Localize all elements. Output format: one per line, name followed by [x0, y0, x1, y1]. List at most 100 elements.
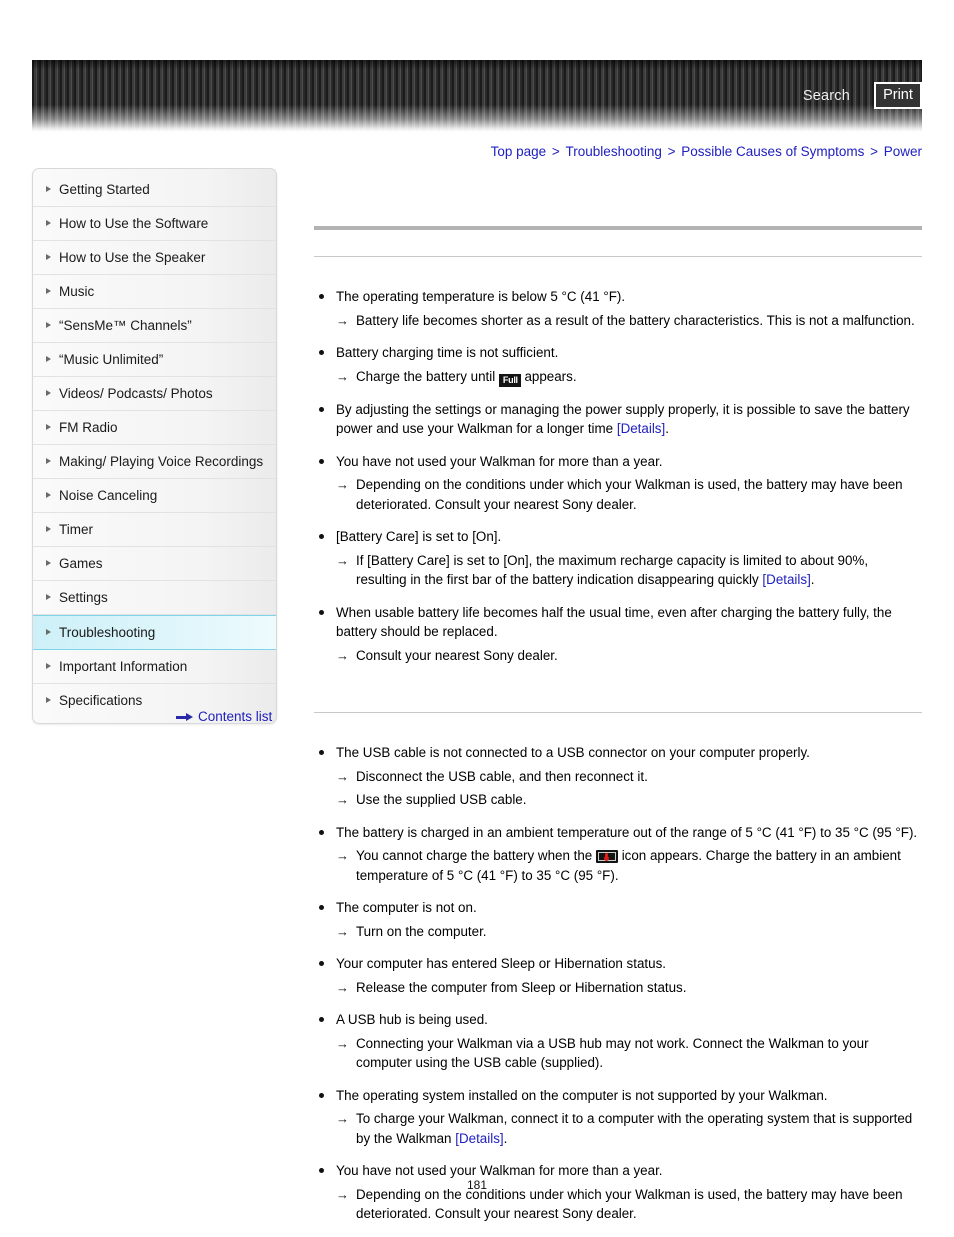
arrow-right-small-icon: →: [336, 768, 349, 784]
details-link[interactable]: [Details]: [762, 572, 810, 587]
symptom-cause-item: You have not used your Walkman for more …: [314, 452, 922, 515]
cause-text: The operating system installed on the co…: [336, 1087, 828, 1103]
breadcrumb: Top page > Troubleshooting > Possible Ca…: [491, 144, 922, 159]
sidebar-item-label: Troubleshooting: [59, 625, 156, 640]
sidebar-item-how-to-use-the-speaker[interactable]: How to Use the Speaker: [33, 241, 276, 275]
section-title-rule-top: [314, 226, 922, 230]
remedy-text: Use the supplied USB cable.: [356, 792, 527, 807]
symptom-cause-item: The operating system installed on the co…: [314, 1086, 922, 1149]
sidebar-item-noise-canceling[interactable]: Noise Canceling: [33, 479, 276, 513]
bullet-dot-icon: [319, 350, 324, 355]
triangle-right-icon: [46, 356, 51, 362]
sidebar-item-making-playing-voice-recordings[interactable]: Making/ Playing Voice Recordings: [33, 445, 276, 479]
sidebar-item-label: Making/ Playing Voice Recordings: [59, 454, 264, 469]
details-link[interactable]: [Details]: [455, 1131, 503, 1146]
sidebar-item-label: Music: [59, 284, 95, 299]
cause-text: Battery charging time is not sufficient.: [336, 345, 559, 360]
cause-text: The battery is charged in an ambient tem…: [336, 824, 918, 840]
arrow-right-small-icon: →: [336, 477, 349, 492]
breadcrumb-item-2[interactable]: Troubleshooting: [566, 144, 662, 159]
contents-list-link[interactable]: Contents list: [176, 709, 272, 724]
arrow-right-small-icon: →: [336, 923, 349, 939]
sidebar-item-music[interactable]: Music: [33, 275, 276, 309]
symptom-cause-item: [Battery Care] is set to [On]. → If [Batte…: [314, 527, 922, 590]
sidebar-item-how-to-use-the-software[interactable]: How to Use the Software: [33, 207, 276, 241]
arrow-right-small-icon: →: [336, 368, 349, 384]
print-button[interactable]: Print: [874, 82, 922, 109]
section-subtitle-rule: [314, 256, 922, 257]
sidebar-item-timer[interactable]: Timer: [33, 513, 276, 547]
search-label[interactable]: Search: [803, 88, 850, 104]
details-link[interactable]: [Details]: [617, 421, 665, 436]
sidebar-item-label: How to Use the Speaker: [59, 250, 206, 265]
remedy-text: Depending on the conditions under which …: [356, 477, 903, 512]
remedy-item: → Use the supplied USB cable.: [336, 790, 922, 810]
bullet-dot-icon: [319, 750, 324, 755]
remedy-text: Battery life becomes shorter as a result…: [356, 312, 915, 328]
arrow-right-small-icon: →: [336, 312, 349, 328]
breadcrumb-separator: >: [866, 144, 882, 159]
remedy-item: → Depending on the conditions under which…: [336, 475, 922, 514]
sidebar-item-label: FM Radio: [59, 420, 118, 435]
remedy-text: To charge your Walkman, connect it to a …: [356, 1111, 913, 1146]
sidebar-item-fm-radio[interactable]: FM Radio: [33, 411, 276, 445]
symptom-list-battery: The operating temperature is below 5 °C …: [314, 287, 922, 665]
triangle-right-icon: [46, 629, 51, 635]
arrow-right-small-icon: →: [336, 792, 349, 807]
triangle-right-icon: [46, 288, 51, 294]
remedy-text: Release the computer from Sleep or Hiber…: [356, 979, 687, 995]
cause-text: By adjusting the settings or managing th…: [336, 401, 910, 437]
cause-text: A USB hub is being used.: [336, 1012, 488, 1027]
sidebar-item-videos-podcasts-photos[interactable]: Videos/ Podcasts/ Photos: [33, 377, 276, 411]
sidebar-item-music-unlimited[interactable]: “Music Unlimited”: [33, 343, 276, 377]
triangle-right-icon: [46, 322, 51, 328]
sidebar-item-label: Noise Canceling: [59, 488, 158, 503]
bullet-dot-icon: [319, 829, 324, 835]
main-content: The operating temperature is below 5 °C …: [314, 226, 922, 1237]
cause-text: Your computer has entered Sleep or Hiber…: [336, 956, 667, 971]
sidebar-item-label: “Music Unlimited”: [59, 352, 164, 367]
sidebar-item-settings[interactable]: Settings: [33, 581, 276, 615]
breadcrumb-item-4[interactable]: Power: [884, 144, 922, 159]
triangle-right-icon: [46, 424, 51, 430]
breadcrumb-separator: >: [548, 144, 564, 159]
remedy-item: → Battery life becomes shorter as a resul…: [336, 311, 922, 331]
breadcrumb-item-3[interactable]: Possible Causes of Symptoms: [681, 144, 864, 159]
bullet-dot-icon: [319, 406, 324, 412]
triangle-right-icon: [46, 560, 51, 566]
sidebar-item-label: Getting Started: [59, 182, 150, 197]
triangle-right-icon: [46, 492, 51, 498]
sidebar-item-label: Timer: [59, 522, 93, 537]
triangle-right-icon: [46, 254, 51, 260]
arrow-right-small-icon: →: [336, 552, 349, 568]
sidebar-item-important-information[interactable]: Important Information: [33, 650, 276, 684]
bullet-dot-icon: [319, 534, 324, 539]
sidebar-item-troubleshooting[interactable]: Troubleshooting: [33, 615, 276, 650]
bullet-dot-icon: [319, 609, 324, 615]
header-banner: [32, 60, 922, 132]
sidebar-navigation: Getting Started How to Use the Software Ho…: [32, 168, 277, 724]
remedy-text: If [Battery Care] is set to [On], the ma…: [356, 552, 869, 588]
remedy-text: Disconnect the USB cable, and then recon…: [356, 768, 648, 784]
bullet-dot-icon: [319, 961, 324, 966]
triangle-right-icon: [46, 663, 51, 669]
triangle-right-icon: [46, 594, 51, 600]
breadcrumb-item-1[interactable]: Top page: [491, 144, 547, 159]
triangle-right-icon: [46, 186, 51, 192]
symptom-cause-item: Battery charging time is not sufficient.…: [314, 343, 922, 387]
sidebar-item-label: Videos/ Podcasts/ Photos: [59, 386, 213, 401]
remedy-text: Charge the battery until Full appears.: [356, 368, 577, 387]
contents-list-label: Contents list: [198, 709, 273, 724]
sidebar-item-games[interactable]: Games: [33, 547, 276, 581]
bullet-dot-icon: [319, 905, 324, 910]
sidebar-item-sensme-channels[interactable]: “SensMe™ Channels”: [33, 309, 276, 343]
remedy-item: → Connecting your Walkman via a USB hub m…: [336, 1034, 922, 1073]
cause-text: The computer is not on.: [336, 900, 477, 915]
sidebar-item-getting-started[interactable]: Getting Started: [33, 173, 276, 207]
triangle-right-icon: [46, 458, 51, 464]
arrow-right-small-icon: →: [336, 1035, 349, 1051]
symptom-cause-item: The battery is charged in an ambient tem…: [314, 823, 922, 886]
triangle-right-icon: [46, 220, 51, 226]
battery-temperature-icon: [595, 850, 618, 863]
